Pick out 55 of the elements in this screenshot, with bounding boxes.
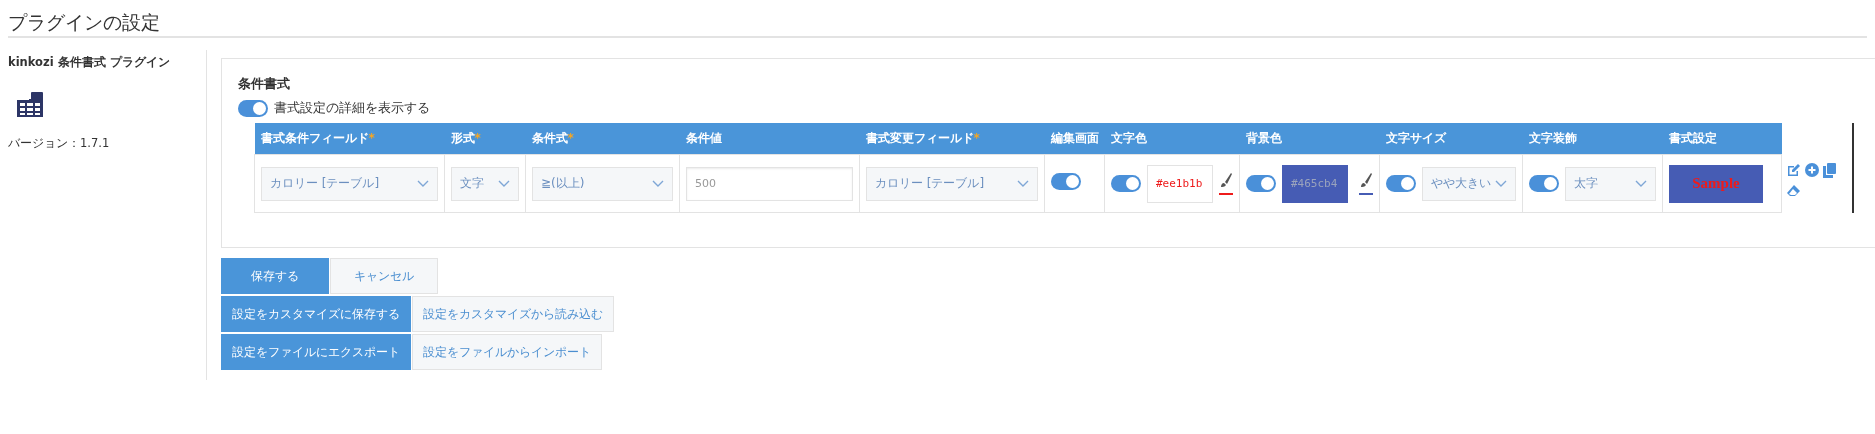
- edit-icon[interactable]: [1786, 163, 1801, 178]
- toggle-switch[interactable]: [1051, 173, 1081, 190]
- color-input[interactable]: #ee1b1b: [1147, 164, 1213, 203]
- chevron-down-icon: [652, 180, 664, 187]
- chevron-down-icon: [498, 180, 510, 187]
- version-label: バージョン：1.7.1: [8, 136, 111, 151]
- column-header: 形式*: [444, 123, 526, 155]
- select-field[interactable]: 文字: [451, 166, 519, 201]
- color-input[interactable]: #465cb4: [1282, 164, 1348, 203]
- toggle-switch[interactable]: [1529, 175, 1559, 192]
- plus-circle-icon[interactable]: [1805, 163, 1819, 177]
- page-title: プラグインの設定: [7, 10, 161, 35]
- select-field[interactable]: カロリー [テーブル]: [261, 166, 438, 201]
- column-header: 背景色: [1239, 123, 1380, 155]
- action-button[interactable]: 保存する: [221, 258, 329, 294]
- copy-icon[interactable]: [1823, 163, 1836, 178]
- toggle-switch[interactable]: [238, 99, 268, 117]
- action-button[interactable]: 設定をファイルにエクスポート: [221, 334, 411, 370]
- eraser-icon[interactable]: [1786, 184, 1801, 197]
- select-field[interactable]: ≧(以上): [532, 166, 673, 201]
- format-preview: Sample: [1669, 164, 1763, 203]
- column-header: 編集画面: [1044, 123, 1105, 155]
- required-mark: *: [567, 131, 574, 145]
- column-header: 文字色: [1104, 123, 1240, 155]
- select-field[interactable]: カロリー [テーブル]: [866, 166, 1038, 201]
- chevron-down-icon: [1495, 180, 1507, 187]
- table-icon: [16, 92, 44, 118]
- action-button[interactable]: 設定をカスタマイズから読み込む: [412, 296, 614, 332]
- required-mark: *: [474, 131, 481, 145]
- toggle-label: 書式設定の詳細を表示する: [274, 99, 430, 117]
- action-button[interactable]: 設定をファイルからインポート: [412, 334, 602, 370]
- column-header: 文字装飾: [1522, 123, 1663, 155]
- column-header: 条件値: [679, 123, 860, 155]
- toggle-switch[interactable]: [1246, 175, 1276, 192]
- select-field[interactable]: やや大きい: [1422, 166, 1516, 201]
- chevron-down-icon: [1635, 180, 1647, 187]
- column-header: 条件式*: [525, 123, 680, 155]
- toggle-switch[interactable]: [1111, 175, 1141, 192]
- select-field[interactable]: 太字: [1565, 166, 1656, 201]
- toggle-switch[interactable]: [1386, 175, 1416, 192]
- section-title: 条件書式: [238, 75, 291, 93]
- chevron-down-icon: [417, 180, 429, 187]
- column-header: 書式条件フィールド*: [254, 123, 445, 155]
- column-header: 書式変更フィールド*: [859, 123, 1045, 155]
- paintbrush-icon[interactable]: [1219, 171, 1233, 196]
- chevron-down-icon: [1017, 180, 1029, 187]
- required-mark: *: [368, 131, 375, 145]
- column-header: 書式設定: [1662, 123, 1782, 155]
- action-button[interactable]: キャンセル: [330, 258, 438, 294]
- paintbrush-icon[interactable]: [1359, 171, 1373, 196]
- column-header: 文字サイズ: [1379, 123, 1523, 155]
- action-button[interactable]: 設定をカスタマイズに保存する: [221, 296, 411, 332]
- value-input[interactable]: 500: [686, 166, 853, 201]
- plugin-name: kinkozi 条件書式 プラグイン: [8, 55, 171, 70]
- required-mark: *: [973, 131, 980, 145]
